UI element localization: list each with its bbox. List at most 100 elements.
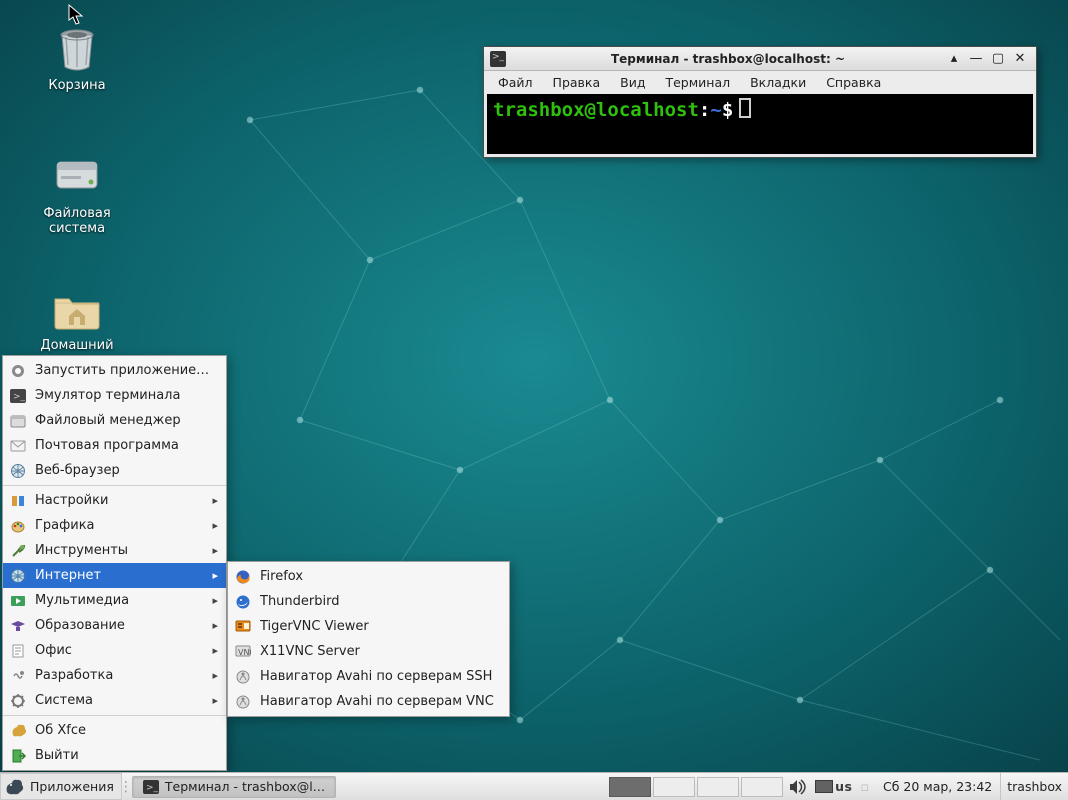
keyboard-layout-indicator[interactable]: us [815,779,852,794]
trash-icon [49,22,105,74]
volume-icon[interactable] [789,779,807,795]
menu-item-label: Офис [35,643,212,658]
menu-item-settings[interactable]: Настройки▸ [3,488,226,513]
submenu-arrow-icon: ▸ [212,594,218,607]
maximize-button[interactable]: ▢ [988,51,1008,67]
edu-icon [9,617,27,635]
submenu-arrow-icon: ▸ [212,494,218,507]
menu-file[interactable]: Файл [488,73,543,92]
close-button[interactable]: ✕ [1010,51,1030,67]
x11vnc-icon: VNC [234,643,252,661]
terminal-window[interactable]: Терминал - trashbox@localhost: ~ ▴ — ▢ ✕… [483,46,1037,158]
taskbar-grip[interactable] [122,773,130,800]
clock[interactable]: Сб 20 мар, 23:42 [875,779,1000,794]
desktop[interactable]: Корзина Файловая система Домашний [0,0,1068,800]
menu-item-label: Почтовая программа [35,438,218,453]
menu-item-label: Мультимедиа [35,593,212,608]
terminal-body[interactable]: trashbox@localhost:~$ [487,94,1033,154]
menu-edit[interactable]: Правка [543,73,611,92]
menu-item-about[interactable]: Об Xfce [3,718,226,743]
menu-item-media[interactable]: Мультимедиа▸ [3,588,226,613]
window-title: Терминал - trashbox@localhost: ~ [514,52,942,66]
menu-item-label: Инструменты [35,543,212,558]
workspace-1[interactable] [609,777,651,797]
menu-tabs[interactable]: Вкладки [740,73,816,92]
submenu-arrow-icon: ▸ [212,694,218,707]
submenu-arrow-icon: ▸ [212,619,218,632]
applications-button[interactable]: Приложения [0,773,122,800]
menu-terminal[interactable]: Терминал [655,73,740,92]
menu-item-internet[interactable]: Интернет▸ [3,563,226,588]
desktop-icon-home[interactable]: Домашний [22,282,132,353]
menu-item-tools[interactable]: Инструменты▸ [3,538,226,563]
workspace-4[interactable] [741,777,783,797]
menu-separator [3,485,226,486]
office-icon [9,642,27,660]
rollup-button[interactable]: ▴ [944,51,964,67]
menu-item-term[interactable]: >_ Эмулятор терминала [3,383,226,408]
tools-icon [9,542,27,560]
desktop-icon-label: Файловая система [22,206,132,236]
task-label: Терминал - trashbox@l… [165,779,325,794]
terminal-cursor [739,98,751,118]
menu-item-label: Firefox [260,569,501,584]
menu-item-dev[interactable]: Разработка▸ [3,663,226,688]
menu-item-label: Образование [35,618,212,633]
workspace-3[interactable] [697,777,739,797]
svg-text:VNC: VNC [238,648,251,657]
menu-item-label: Графика [35,518,212,533]
menu-item-edu[interactable]: Образование▸ [3,613,226,638]
run-icon [9,362,27,380]
menu-item-run[interactable]: Запустить приложение… [3,358,226,383]
menu-item-label: TigerVNC Viewer [260,619,501,634]
menu-item-mail[interactable]: Почтовая программа [3,433,226,458]
about-icon [9,722,27,740]
menu-item-graphics[interactable]: Графика▸ [3,513,226,538]
home-folder-icon [49,282,105,334]
thunderbird-icon [234,593,252,611]
menu-item-label: Интернет [35,568,212,583]
submenu-item-firefox[interactable]: Firefox [228,564,509,589]
terminal-icon [490,51,506,67]
submenu-item-thunderbird[interactable]: Thunderbird [228,589,509,614]
dev-icon [9,667,27,685]
menu-item-files[interactable]: Файловый менеджер [3,408,226,433]
applications-label: Приложения [30,779,114,794]
minimize-button[interactable]: — [966,51,986,67]
titlebar[interactable]: Терминал - trashbox@localhost: ~ ▴ — ▢ ✕ [484,47,1036,71]
mouse-logo-icon [4,778,24,796]
tigervnc-icon [234,618,252,636]
submenu-item-avahi[interactable]: Навигатор Avahi по серверам SSH [228,664,509,689]
user-button[interactable]: trashbox [1000,773,1068,800]
logout-icon [9,747,27,765]
submenu-item-tigervnc[interactable]: TigerVNC Viewer [228,614,509,639]
menu-help[interactable]: Справка [816,73,891,92]
taskbar-task-terminal[interactable]: >_ Терминал - trashbox@l… [132,776,336,798]
menu-item-label: Об Xfce [35,723,218,738]
desktop-icon-label: Корзина [22,78,132,93]
submenu-internet: Firefox Thunderbird TigerVNC Viewer VNC X11V… [227,561,510,717]
menu-item-office[interactable]: Офис▸ [3,638,226,663]
menu-item-label: Эмулятор терминала [35,388,218,403]
system-tray: us ▫ [783,773,875,800]
submenu-arrow-icon: ▸ [212,569,218,582]
prompt-host: localhost [596,99,699,121]
menu-item-logout[interactable]: Выйти [3,743,226,768]
files-icon [9,412,27,430]
submenu-item-avahi[interactable]: Навигатор Avahi по серверам VNC [228,689,509,714]
menu-item-label: Навигатор Avahi по серверам SSH [260,669,501,684]
submenu-item-x11vnc[interactable]: VNC X11VNC Server [228,639,509,664]
menu-view[interactable]: Вид [610,73,655,92]
desktop-icon-filesystem[interactable]: Файловая система [22,150,132,236]
menu-item-web[interactable]: Веб-браузер [3,458,226,483]
graphics-icon [9,517,27,535]
workspace-pager[interactable] [609,777,783,797]
svg-text:>_: >_ [13,392,26,402]
desktop-icon-trash[interactable]: Корзина [22,22,132,93]
terminal-icon: >_ [143,780,159,794]
taskbar: Приложения >_ Терминал - trashbox@l… us … [0,772,1068,800]
workspace-2[interactable] [653,777,695,797]
menu-item-system[interactable]: Система▸ [3,688,226,713]
menu-item-label: X11VNC Server [260,644,501,659]
system-icon [9,692,27,710]
